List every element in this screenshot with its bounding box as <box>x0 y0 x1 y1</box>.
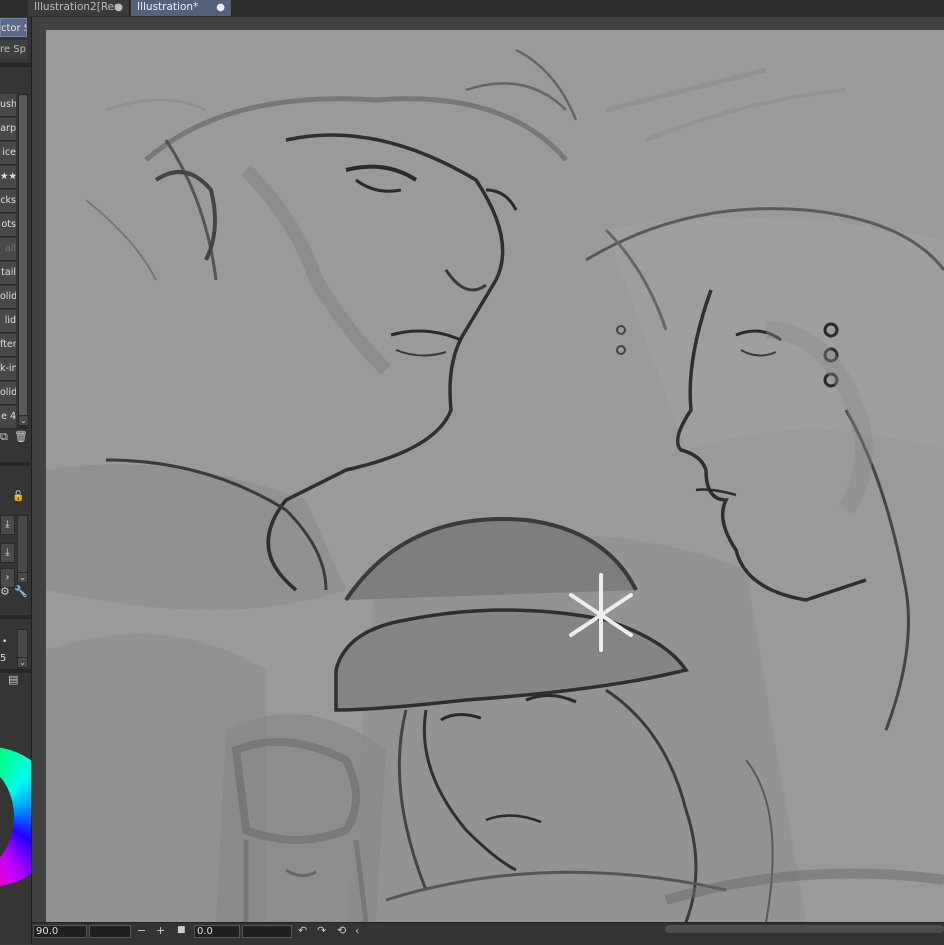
brush-item[interactable]: ★★ <box>0 166 16 189</box>
panel-divider <box>0 462 31 466</box>
zoom-in-icon[interactable]: + <box>156 924 165 937</box>
panel-divider <box>0 615 31 619</box>
brush-size-dot: • <box>2 637 8 647</box>
layer-value: 5 <box>0 653 7 664</box>
brush-item[interactable]: k-in <box>0 358 16 381</box>
brush-item[interactable]: ots <box>0 214 16 237</box>
brush-item[interactable]: ice <box>0 142 16 165</box>
zoom-field[interactable]: 90.0 <box>33 925 87 938</box>
chevron-down-icon[interactable]: ⌄ <box>17 657 28 668</box>
rotate-right-icon[interactable]: ↷ <box>317 924 326 937</box>
download-icon[interactable]: ⤓ <box>0 515 15 535</box>
delete-icon[interactable]: 🗑 <box>14 430 28 443</box>
brush-item[interactable]: tail <box>0 262 16 285</box>
brush-item[interactable]: ush <box>0 94 16 117</box>
rotation-slider[interactable] <box>242 925 292 938</box>
value-scrollbar[interactable] <box>17 629 28 659</box>
tab-close-icon[interactable]: ● <box>114 0 123 15</box>
panel-menu-icon[interactable]: ▤ <box>8 673 18 686</box>
brush-item[interactable]: e 4 <box>0 406 16 429</box>
zoom-slider[interactable] <box>89 925 131 938</box>
tab-close-icon[interactable]: ● <box>216 0 225 15</box>
brush-list: ush arp ice ★★ cks ots ail tail olid lid… <box>0 94 16 429</box>
document-tab-bar: Illustration2[Res ● Illustration* ● <box>0 0 944 18</box>
lock-icon[interactable]: 🔓 <box>12 491 24 502</box>
tab-illustration2[interactable]: Illustration2[Res ● <box>28 0 130 16</box>
brush-item[interactable]: fter <box>0 334 16 357</box>
rotation-field[interactable]: 0.0 <box>194 925 240 938</box>
chevron-left-icon[interactable]: ‹ <box>355 924 359 937</box>
brush-item[interactable]: olid <box>0 286 16 309</box>
canvas-horizontal-scrollbar[interactable] <box>665 925 944 933</box>
copy-brush-icon[interactable]: ⧉ <box>0 430 8 444</box>
zoom-out-icon[interactable]: − <box>137 924 146 937</box>
rotate-left-icon[interactable]: ↶ <box>298 924 307 937</box>
brush-list-scrollbar[interactable] <box>18 94 28 429</box>
panel-divider <box>0 63 31 67</box>
fit-icon[interactable]: ■ <box>177 925 186 935</box>
left-panel: ctor S re Sp ush arp ice ★★ cks ots ail … <box>0 17 32 944</box>
tool-tab-vector[interactable]: ctor S <box>0 18 27 37</box>
brush-item[interactable]: ail <box>0 238 16 261</box>
tab-illustration-label: Illustration* <box>137 1 199 13</box>
brush-item[interactable]: arp <box>0 118 16 141</box>
drawing-canvas[interactable] <box>46 30 944 922</box>
brush-item[interactable]: lid <box>0 310 16 333</box>
sketch-artwork <box>46 48 944 922</box>
layer-scrollbar[interactable] <box>17 515 28 575</box>
tab-illustration2-label: Illustration2[Res <box>34 1 120 13</box>
brush-item[interactable]: olid <box>0 382 16 405</box>
tool-tab-figure[interactable]: re Sp <box>0 40 27 59</box>
tab-illustration[interactable]: Illustration* ● <box>131 0 231 16</box>
reset-rotation-icon[interactable]: ⟲ <box>337 924 346 937</box>
wrench-icon[interactable]: 🔧 <box>14 585 28 598</box>
scrollbar-thumb[interactable] <box>19 95 27 417</box>
status-bar: 90.0 − + ■ 0.0 ↶ ↷ ⟲ ‹ <box>32 922 944 945</box>
brush-item[interactable]: cks <box>0 190 16 213</box>
download-icon[interactable]: ⤓ <box>0 543 15 563</box>
chevron-down-icon[interactable]: ⌄ <box>17 572 28 583</box>
settings-icon[interactable]: ⚙ <box>0 585 10 598</box>
chevron-down-icon[interactable]: ⌄ <box>18 415 29 426</box>
